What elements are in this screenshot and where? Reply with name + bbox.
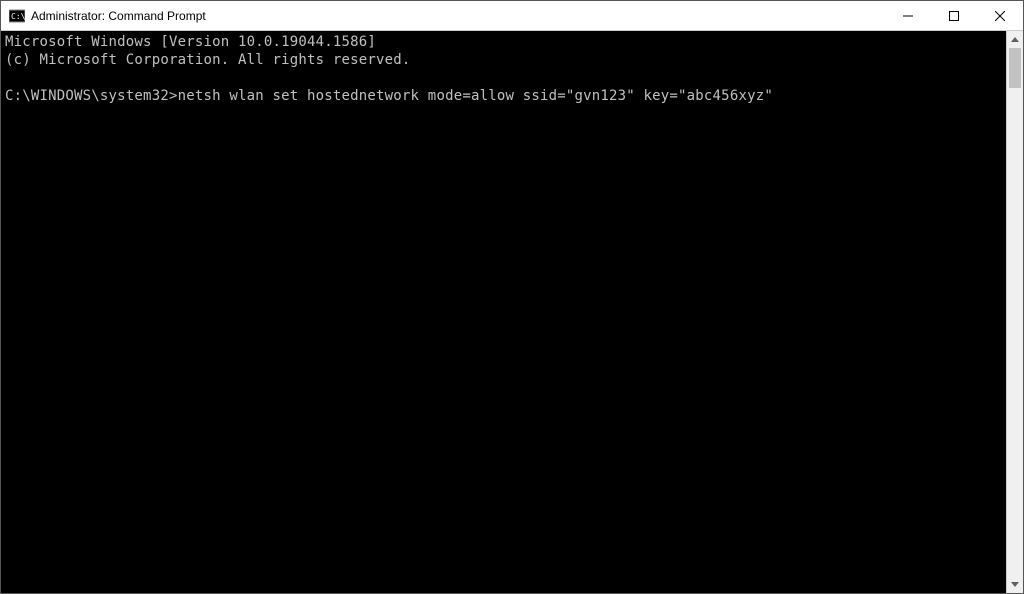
minimize-icon <box>903 11 913 21</box>
version-line: Microsoft Windows [Version 10.0.19044.15… <box>5 34 376 50</box>
close-icon <box>995 11 1005 21</box>
command-text: netsh wlan set hostednetwork mode=allow … <box>178 88 773 104</box>
scrollbar-track[interactable] <box>1007 48 1023 576</box>
command-prompt-window: C:\ Administrator: Command Prompt <box>0 0 1024 594</box>
scroll-up-button[interactable] <box>1007 31 1023 48</box>
window-title: Administrator: Command Prompt <box>31 9 885 23</box>
chevron-down-icon <box>1011 582 1019 587</box>
minimize-button[interactable] <box>885 1 931 30</box>
titlebar[interactable]: C:\ Administrator: Command Prompt <box>1 1 1023 31</box>
prompt-text: C:\WINDOWS\system32> <box>5 88 178 104</box>
console-area: Microsoft Windows [Version 10.0.19044.15… <box>1 31 1023 593</box>
maximize-icon <box>949 11 959 21</box>
close-button[interactable] <box>977 1 1023 30</box>
svg-text:C:\: C:\ <box>11 12 25 21</box>
scroll-down-button[interactable] <box>1007 576 1023 593</box>
scrollbar-thumb[interactable] <box>1009 48 1021 88</box>
copyright-line: (c) Microsoft Corporation. All rights re… <box>5 52 411 68</box>
maximize-button[interactable] <box>931 1 977 30</box>
chevron-up-icon <box>1011 37 1019 42</box>
window-controls <box>885 1 1023 30</box>
vertical-scrollbar[interactable] <box>1006 31 1023 593</box>
console-output[interactable]: Microsoft Windows [Version 10.0.19044.15… <box>1 31 1006 593</box>
cmd-icon: C:\ <box>9 8 25 24</box>
